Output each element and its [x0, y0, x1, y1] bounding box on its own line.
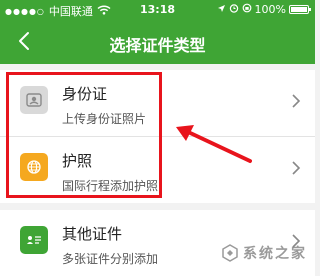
watermark-logo-icon	[222, 244, 238, 262]
alarm-icon	[229, 3, 239, 16]
globe-icon	[20, 153, 48, 181]
option-name: 护照	[62, 152, 93, 170]
location-icon	[217, 3, 226, 16]
id-card-option[interactable]: 身份证 上传身份证照片	[0, 70, 315, 136]
status-right-group: 100%	[217, 3, 311, 16]
chevron-right-icon	[292, 161, 301, 175]
watermark: 系统之家	[221, 243, 307, 263]
header-bar: ●●●●○ 中国联通 13:18 100% 选择证件类型	[0, 0, 315, 64]
rotation-lock-icon	[242, 3, 252, 16]
option-name: 其他证件	[62, 225, 123, 243]
battery-icon	[289, 5, 311, 14]
page-title: 选择证件类型	[109, 36, 206, 55]
id-card-icon	[20, 86, 48, 114]
battery-percent: 100%	[254, 3, 286, 16]
option-name: 身份证	[62, 85, 108, 103]
card-icon	[20, 226, 48, 254]
option-description: 上传身份证照片	[62, 112, 147, 126]
passport-option[interactable]: 护照 国际行程添加护照	[0, 137, 315, 203]
nav-bar: 选择证件类型	[0, 20, 315, 64]
watermark-text: 系统之家	[243, 246, 307, 262]
option-description: 多张证件分别添加	[62, 252, 159, 266]
chevron-right-icon	[292, 94, 301, 108]
option-description: 国际行程添加护照	[62, 179, 159, 193]
status-bar: ●●●●○ 中国联通 13:18 100%	[0, 0, 315, 20]
